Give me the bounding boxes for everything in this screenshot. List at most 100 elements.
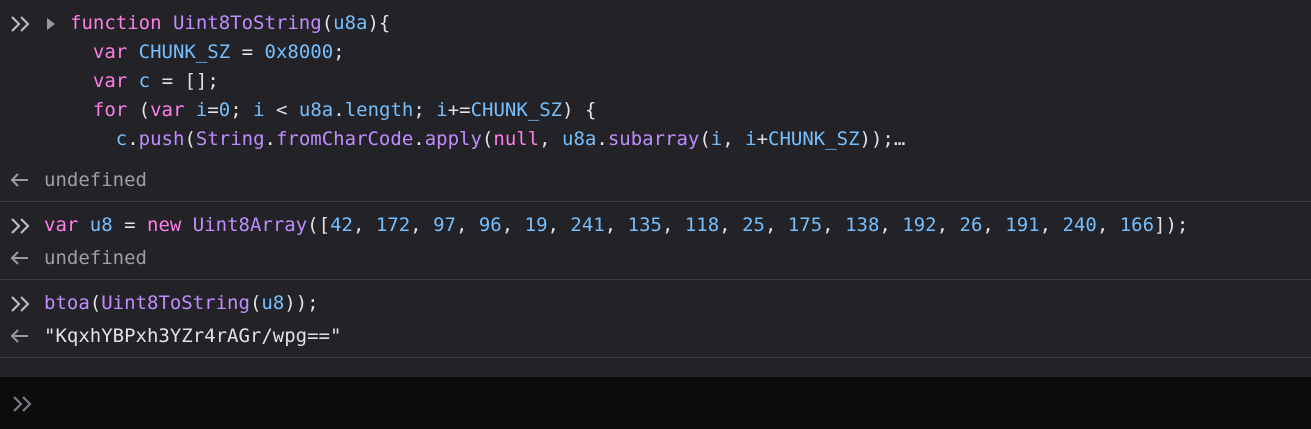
code-token: , (722, 128, 746, 150)
double-chevron-right-icon (10, 211, 32, 240)
code-token: ( (481, 128, 494, 150)
code-text[interactable]: for (var i=0; i < u8a.length; i+=CHUNK_S… (70, 96, 597, 125)
code-token: c (138, 70, 151, 92)
code-text[interactable]: c.push(String.fromCharCode.apply(null, u… (70, 125, 906, 154)
code-token: String (195, 128, 265, 150)
code-token: 240 (1062, 214, 1097, 236)
code-token: )); (859, 128, 894, 150)
code-token: 166 (1119, 214, 1155, 236)
code-token: , (936, 214, 960, 236)
code-token: u8 (89, 214, 113, 236)
code-token: += (447, 99, 471, 121)
code-token: null (493, 128, 540, 150)
console-entry: var u8 = new Uint8Array([42, 172, 97, 96… (0, 202, 1311, 280)
code-token: ( (249, 292, 262, 314)
code-token: ( (699, 128, 711, 150)
double-chevron-right-icon (10, 289, 32, 318)
input-line: function Uint8ToString(u8a){ (0, 9, 1311, 38)
code-token: ([ (307, 214, 331, 236)
code-token: fromCharCode (275, 128, 414, 150)
double-chevron-right-icon (10, 9, 32, 38)
code-text[interactable]: var u8 = new Uint8Array([42, 172, 97, 96… (44, 211, 1188, 240)
code-token: new (147, 214, 182, 236)
code-token: ){ (367, 12, 391, 34)
result-value: "KqxhYBPxh3YZr4rAGr/wpg==" (44, 325, 342, 347)
code-token: , (764, 214, 788, 236)
code-token: , (455, 214, 479, 236)
code-text[interactable]: var c = []; (70, 67, 219, 96)
code-token: CHUNK_SZ (138, 41, 231, 63)
code-token: + (756, 128, 769, 150)
code-token: 26 (959, 214, 983, 236)
code-text[interactable]: btoa(Uint8ToString(u8)); (44, 289, 319, 318)
code-token: u8 (261, 292, 285, 314)
code-token: i (253, 99, 265, 121)
code-token: = (112, 214, 147, 236)
code-token: var (150, 99, 185, 121)
code-token: 172 (375, 214, 411, 236)
code-text[interactable]: function Uint8ToString(u8a){ (70, 9, 390, 38)
code-token: 175 (787, 214, 823, 236)
code-token: , (1039, 214, 1063, 236)
code-token: ( (89, 292, 102, 314)
result-line: undefined (0, 166, 1311, 195)
triangle-right-icon[interactable] (46, 9, 56, 31)
code-token: Uint8Array (192, 214, 308, 236)
result-line: undefined (0, 244, 1311, 273)
code-token: , (547, 214, 571, 236)
code-token: 118 (684, 214, 720, 236)
code-token: , (661, 214, 685, 236)
result-line: "KqxhYBPxh3YZr4rAGr/wpg==" (0, 322, 1311, 351)
code-token: c (115, 128, 128, 150)
code-token: u8a (333, 12, 368, 34)
code-token: 191 (1005, 214, 1040, 236)
code-token: ; (413, 99, 437, 121)
code-token: i (745, 128, 757, 150)
code-token: i (195, 99, 208, 121)
input-line: var u8 = new Uint8Array([42, 172, 97, 96… (0, 211, 1311, 240)
code-token: Uint8ToString (101, 292, 250, 314)
arrow-left-icon (10, 166, 30, 195)
code-token: 138 (845, 214, 880, 236)
code-token: ]); (1154, 214, 1189, 236)
code-token: u8a (298, 99, 334, 121)
code-token: )); (284, 292, 319, 314)
input-line: btoa(Uint8ToString(u8)); (0, 289, 1311, 318)
code-token: var (92, 70, 128, 92)
code-token: i (436, 99, 448, 121)
code-token: CHUNK_SZ (470, 99, 563, 121)
console-input[interactable] (0, 377, 1311, 429)
code-token: , (539, 128, 563, 150)
code-token: 19 (524, 214, 548, 236)
code-token: < (264, 99, 299, 121)
code-token: , (1096, 214, 1120, 236)
code-token: = (207, 99, 219, 121)
code-text[interactable]: var CHUNK_SZ = 0x8000; (70, 38, 345, 67)
code-token: 0x8000 (264, 41, 334, 63)
code-token: ( (127, 99, 151, 121)
code-token: var (92, 41, 128, 63)
code-token: . (413, 128, 425, 150)
code-token: ; (230, 99, 254, 121)
code-token: … (893, 128, 906, 150)
code-token: 25 (742, 214, 765, 236)
code-token: 97 (433, 214, 456, 236)
code-token: , (410, 214, 434, 236)
arrow-left-icon (10, 244, 30, 273)
code-token: 192 (902, 214, 937, 236)
code-token: . (596, 128, 608, 150)
code-token: , (879, 214, 903, 236)
code-token: = []; (150, 70, 219, 92)
result-value: undefined (44, 169, 147, 191)
double-chevron-right-icon (12, 389, 34, 418)
code-token: , (352, 214, 376, 236)
code-token: . (333, 99, 345, 121)
code-token: push (138, 128, 185, 150)
code-token: 96 (478, 214, 502, 236)
code-token: var (44, 214, 79, 236)
code-token: , (719, 214, 743, 236)
